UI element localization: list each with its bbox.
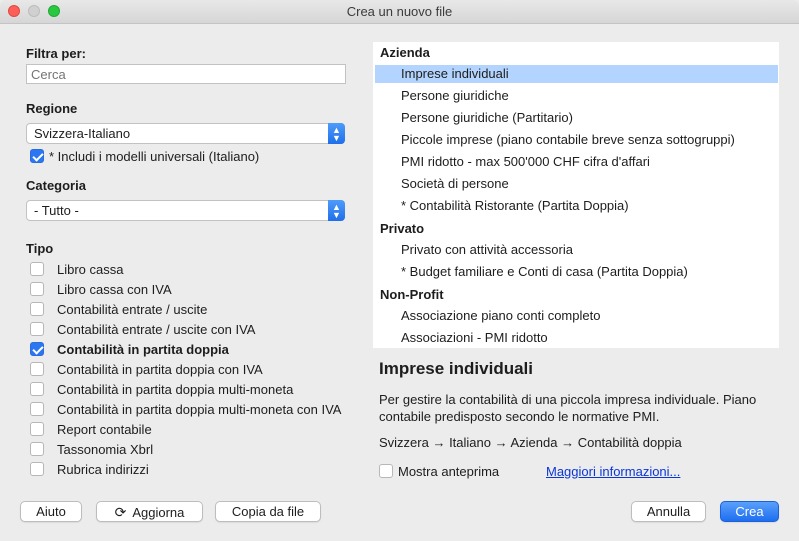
template-item[interactable]: Piccole imprese (piano contabile breve s… <box>375 131 778 149</box>
tipo-item[interactable]: Tassonomia Xbrl <box>30 440 360 460</box>
cancel-button[interactable]: Annulla <box>631 501 706 522</box>
template-item[interactable]: Privato con attività accessoria <box>375 241 778 259</box>
tipo-checkbox[interactable] <box>30 262 44 276</box>
refresh-button-label: Aggiorna <box>132 505 185 520</box>
template-item[interactable]: PMI ridotto - max 500'000 CHF cifra d'af… <box>375 153 778 171</box>
tipo-item[interactable]: Contabilità entrate / uscite con IVA <box>30 320 360 340</box>
template-item[interactable]: Imprese individuali <box>375 65 778 83</box>
tipo-item-label: Contabilità entrate / uscite <box>57 302 208 317</box>
select-arrows-icon: ▲ ▼ <box>328 200 345 221</box>
include-universal-checkbox[interactable] <box>30 149 44 163</box>
tipo-item[interactable]: Contabilità in partita doppia con IVA <box>30 360 360 380</box>
tipo-item-label: Contabilità in partita doppia <box>57 342 229 357</box>
tipo-checkbox[interactable] <box>30 422 44 436</box>
tipo-item[interactable]: Contabilità in partita doppia multi-mone… <box>30 400 360 420</box>
tipo-checkbox[interactable] <box>30 302 44 316</box>
tipo-label: Tipo <box>26 241 54 256</box>
tipo-item[interactable]: Contabilità in partita doppia <box>30 340 360 360</box>
tipo-checkbox[interactable] <box>30 462 44 476</box>
select-arrows-icon: ▲ ▼ <box>328 123 345 144</box>
tipo-checkbox[interactable] <box>30 322 44 336</box>
tipo-checkbox[interactable] <box>30 382 44 396</box>
filter-label: Filtra per: <box>26 46 86 61</box>
search-input[interactable] <box>26 64 346 84</box>
template-item[interactable]: * Contabilità Ristorante (Partita Doppia… <box>375 197 778 215</box>
tipo-item-label: Report contabile <box>57 422 152 437</box>
tipo-item-label: Rubrica indirizzi <box>57 462 149 477</box>
tipo-checkbox[interactable] <box>30 342 44 356</box>
template-item[interactable]: Persone giuridiche (Partitario) <box>375 109 778 127</box>
tipo-item[interactable]: Libro cassa con IVA <box>30 280 360 300</box>
tipo-item-label: Contabilità in partita doppia multi-mone… <box>57 402 342 417</box>
tipo-item[interactable]: Contabilità entrate / uscite <box>30 300 360 320</box>
template-item[interactable]: Associazioni - PMI ridotto <box>375 329 778 347</box>
tipo-item-label: Libro cassa <box>57 262 124 277</box>
include-universal-label: * Includi i modelli universali (Italiano… <box>49 149 260 164</box>
more-info-link[interactable]: Maggiori informazioni... <box>546 464 680 479</box>
tipo-checkbox[interactable] <box>30 402 44 416</box>
tipo-checkbox[interactable] <box>30 362 44 376</box>
copy-from-file-button[interactable]: Copia da file <box>215 501 321 522</box>
refresh-icon: ⟳ <box>114 504 127 520</box>
tipo-item[interactable]: Report contabile <box>30 420 360 440</box>
tipo-checkbox[interactable] <box>30 282 44 296</box>
region-select-value: Svizzera-Italiano <box>34 126 131 141</box>
tipo-item-label: Libro cassa con IVA <box>57 282 172 297</box>
category-select[interactable]: - Tutto - ▲ ▼ <box>26 200 345 221</box>
preview-label: Mostra anteprima <box>398 464 500 479</box>
preview-checkbox[interactable] <box>379 464 393 478</box>
tipo-item[interactable]: Rubrica indirizzi <box>30 460 360 480</box>
tipo-item[interactable]: Contabilità in partita doppia multi-mone… <box>30 380 360 400</box>
tipo-item-label: Contabilità entrate / uscite con IVA <box>57 322 256 337</box>
title-bar: Crea un nuovo file <box>0 0 799 24</box>
template-item[interactable]: Persone giuridiche <box>375 87 778 105</box>
region-label: Regione <box>26 101 78 116</box>
create-button[interactable]: Crea <box>720 501 779 522</box>
template-item[interactable]: * Budget familiare e Conti di casa (Part… <box>375 263 778 281</box>
tipo-item-label: Contabilità in partita doppia multi-mone… <box>57 382 294 397</box>
template-path: Svizzera → Italiano → Azienda → Contabil… <box>379 435 682 450</box>
tipo-item-label: Tassonomia Xbrl <box>57 442 154 457</box>
help-button[interactable]: Aiuto <box>20 501 82 522</box>
tipo-checkbox[interactable] <box>30 442 44 456</box>
template-list[interactable]: Azienda Imprese individuali Persone giurid… <box>373 42 779 348</box>
tipo-item-label: Contabilità in partita doppia con IVA <box>57 362 263 377</box>
category-select-value: - Tutto - <box>34 203 79 218</box>
template-group-header: Azienda <box>380 45 430 60</box>
template-item[interactable]: Associazione piano conti completo <box>375 307 778 325</box>
category-label: Categoria <box>26 178 86 193</box>
description-title: Imprese individuali <box>379 359 533 378</box>
window-title: Crea un nuovo file <box>346 4 453 19</box>
description-text: Per gestire la contabilità di una piccol… <box>379 392 757 424</box>
template-item[interactable]: Società di persone <box>375 175 778 193</box>
dialog-window: Crea un nuovo file Filtra per: Regione S… <box>0 0 799 541</box>
tipo-item[interactable]: Libro cassa <box>30 260 360 280</box>
region-select[interactable]: Svizzera-Italiano ▲ ▼ <box>26 123 345 144</box>
refresh-button[interactable]: ⟳ Aggiorna <box>96 501 203 522</box>
template-group-header: Privato <box>380 221 425 236</box>
template-group-header: Non-Profit <box>380 287 444 302</box>
